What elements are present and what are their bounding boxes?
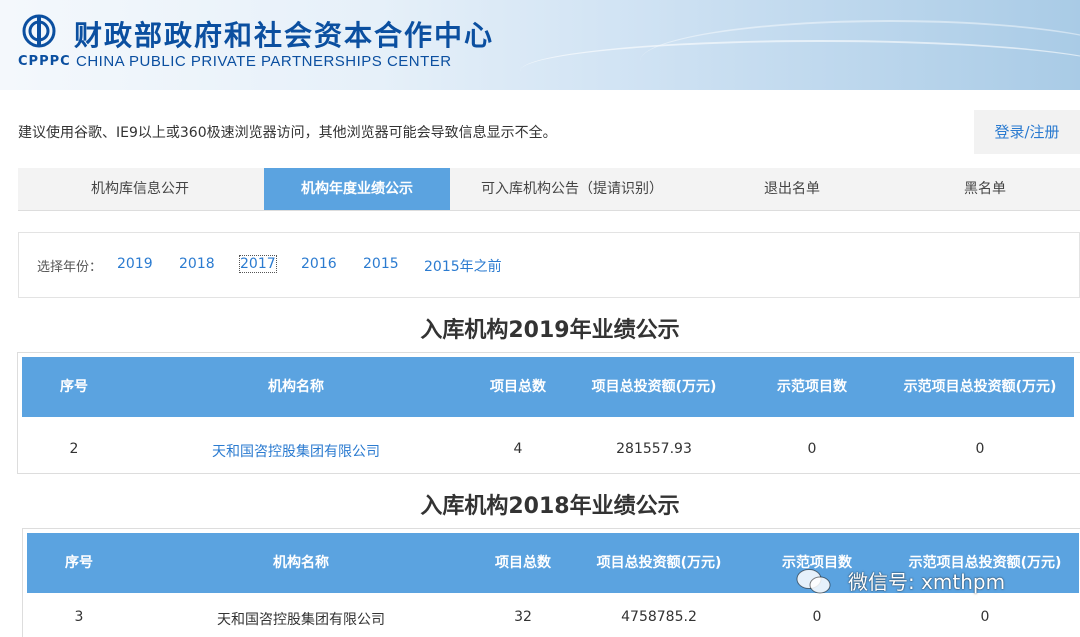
cpppc-logo-icon [22,14,56,48]
column-header: 项目总投资额(万元) [596,555,722,571]
banner-decoration [640,20,1080,90]
wechat-icon [796,569,831,594]
cell-projects: 32 [514,609,532,625]
column-header: 序号 [65,555,93,571]
performance-table-2019: 序号 机构名称 项目总数 项目总投资额(万元) 示范项目数 示范项目总投资额(万… [17,352,1080,474]
tab-eligible-institutions[interactable]: 可入库机构公告（提请识别） [450,168,694,210]
tab-exit-list[interactable]: 退出名单 [694,168,890,210]
year-link-2015[interactable]: 2015 [363,256,399,272]
cell-investment: 4758785.2 [621,609,697,625]
year-link-before-2015[interactable]: 2015年之前 [424,256,502,276]
browser-notice: 建议使用谷歌、IE9以上或360极速浏览器访问，其他浏览器可能会导致信息显示不全… [18,125,557,141]
cell-index: 2 [69,441,79,457]
cell-investment: 281557.93 [616,441,692,457]
year-link-2019[interactable]: 2019 [117,256,153,272]
tab-annual-performance[interactable]: 机构年度业绩公示 [264,168,450,210]
cell-demo-investment: 0 [980,609,990,625]
wechat-watermark: 微信号: xmthpm [848,570,1006,594]
cell-index: 3 [74,609,84,625]
column-header: 序号 [60,379,88,395]
year-link-2018[interactable]: 2018 [179,256,215,272]
year-filter-label: 选择年份： [37,260,103,275]
column-header: 项目总投资额(万元) [591,379,717,395]
tab-blacklist[interactable]: 黑名单 [890,168,1080,210]
cell-demo-investment: 0 [975,441,985,457]
table-header: 序号 机构名称 项目总数 项目总投资额(万元) 示范项目数 示范项目总投资额(万… [22,357,1074,417]
login-register-button[interactable]: 登录/注册 [974,110,1080,154]
column-header: 机构名称 [268,379,324,395]
cell-demo-projects: 0 [812,609,822,625]
main-nav: 机构库信息公开 机构年度业绩公示 可入库机构公告（提请识别） 退出名单 黑名单 [18,168,1080,211]
year-link-2016[interactable]: 2016 [301,256,337,272]
section-title-2019: 入库机构2019年业绩公示 [420,318,680,343]
column-header: 示范项目数 [777,379,847,395]
institution-name-link[interactable]: 天和国咨控股集团有限公司 [126,441,466,461]
site-title-cn: 财政部政府和社会资本合作中心 [74,19,495,52]
cell-demo-projects: 0 [807,441,817,457]
column-header: 示范项目总投资额(万元) [903,379,1057,395]
tab-institution-info[interactable]: 机构库信息公开 [18,168,262,210]
column-header: 项目总数 [495,555,551,571]
year-filter: 选择年份： 2019 2018 2017 2016 2015 2015年之前 [18,232,1080,298]
year-link-2017[interactable]: 2017 [239,255,277,273]
site-banner: 财政部政府和社会资本合作中心 CPPPC CHINA PUBLIC PRIVAT… [0,0,1080,90]
column-header: 机构名称 [273,555,329,571]
section-title-2018: 入库机构2018年业绩公示 [420,494,680,519]
site-abbreviation: CPPPC [18,54,71,69]
site-title-en: CHINA PUBLIC PRIVATE PARTNERSHIPS CENTER [76,53,452,70]
cell-projects: 4 [513,441,523,457]
institution-name: 天和国咨控股集团有限公司 [217,612,385,628]
column-header: 项目总数 [490,379,546,395]
